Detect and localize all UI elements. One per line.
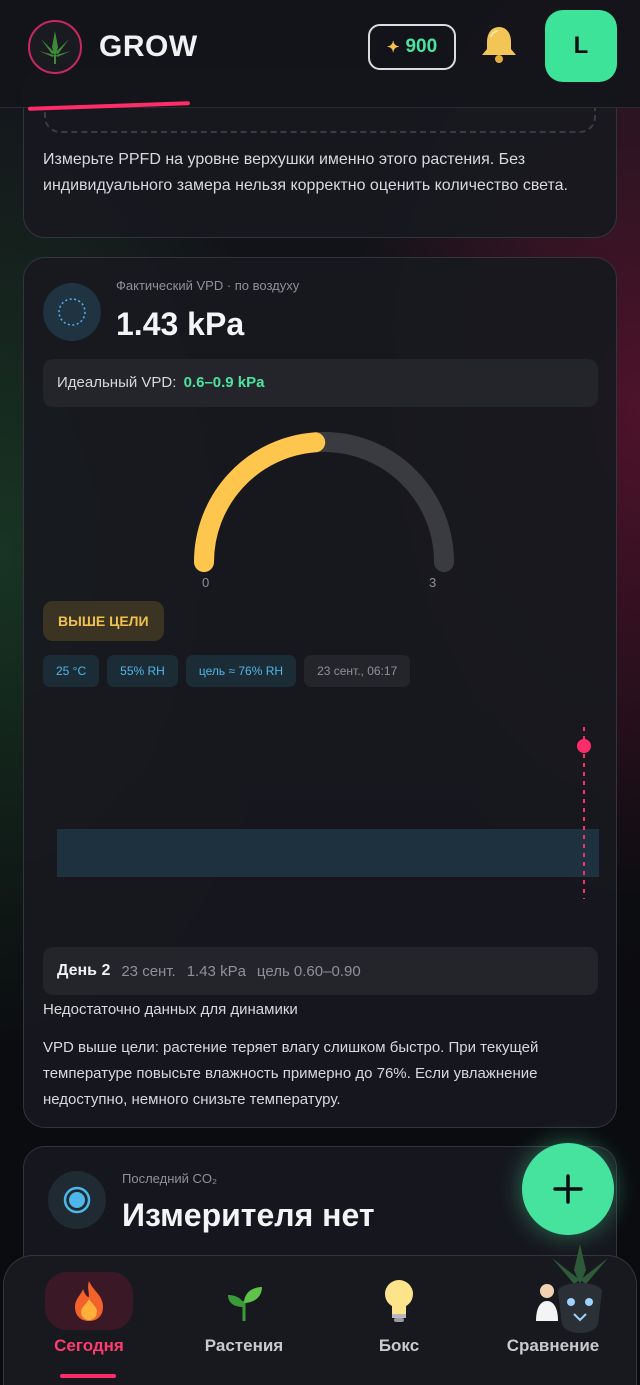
- ideal-vpd-label: Идеальный VPD:: [57, 374, 177, 391]
- app-header: GROW ✦ 900 L: [0, 0, 640, 108]
- vpd-ring-icon: [43, 283, 101, 341]
- nav-label-today: Сегодня: [54, 1336, 124, 1355]
- temperature-chip: 25 °C: [43, 655, 100, 687]
- target-band: [57, 829, 599, 877]
- no-data-text: Недостаточно данных для динамики: [43, 1001, 298, 1018]
- fire-icon: [45, 1272, 133, 1330]
- coins-value: 900: [405, 36, 438, 57]
- vpd-card: Фактический VPD · по воздуху 1.43 kPa Ид…: [23, 257, 617, 1128]
- co2-dot-icon: [48, 1171, 106, 1229]
- advice-text: VPD выше цели: растение теряет влагу сли…: [43, 1039, 539, 1108]
- brand-title: GROW: [99, 30, 198, 63]
- plus-icon: [553, 1174, 583, 1204]
- humidity-chip: 55% RH: [107, 655, 178, 687]
- timestamp-chip: 23 сент., 06:17: [304, 655, 411, 687]
- add-button[interactable]: [522, 1143, 614, 1235]
- ideal-vpd-box: Идеальный VPD: 0.6–0.9 kPa: [43, 359, 598, 407]
- day-label: День 2: [57, 962, 111, 979]
- current-value-point: [577, 739, 591, 753]
- coins-balance-button[interactable]: ✦ 900: [368, 24, 456, 70]
- mascot-icon[interactable]: [540, 1240, 620, 1340]
- status-badge: ВЫШЕ ЦЕЛИ: [43, 601, 164, 641]
- gauge-max-label: 3: [429, 575, 437, 590]
- day-date: 23 сент.: [121, 962, 176, 980]
- bell-icon[interactable]: [474, 18, 524, 68]
- lightbulb-icon: [355, 1272, 443, 1330]
- day-value: 1.43 kPa: [186, 962, 246, 980]
- sparkle-icon: ✦: [386, 39, 400, 56]
- nav-item-box[interactable]: Бокс: [324, 1272, 474, 1372]
- day-target: цель 0.60–0.90: [256, 962, 361, 980]
- nav-label-plants: Растения: [204, 1336, 284, 1355]
- nav-label-box: Бокс: [378, 1336, 420, 1355]
- ideal-vpd-range: 0.6–0.9 kPa: [183, 374, 265, 391]
- nav-item-today[interactable]: Сегодня: [14, 1272, 164, 1372]
- sprout-icon: [200, 1272, 288, 1330]
- gauge-min-label: 0: [202, 575, 210, 590]
- co2-value: Измерителя нет: [122, 1197, 375, 1233]
- vpd-caption: Фактический VPD · по воздуху: [116, 278, 300, 293]
- metrics-chips: 25 °C 55% RH цель ≈ 76% RH 23 сент., 06:…: [43, 655, 411, 687]
- vpd-history-chart[interactable]: [43, 723, 603, 903]
- logo-icon[interactable]: [28, 20, 82, 74]
- co2-caption: Последний CO₂: [122, 1171, 218, 1186]
- vpd-value: 1.43 kPa: [116, 306, 245, 342]
- gauge-track: [194, 432, 454, 572]
- nav-item-plants[interactable]: Растения: [169, 1272, 319, 1372]
- gauge-fill: [194, 432, 326, 572]
- avatar[interactable]: L: [545, 10, 617, 82]
- active-nav-indicator: [60, 1374, 116, 1378]
- day-summary-row[interactable]: День 2 23 сент. 1.43 kPa цель 0.60–0.90: [43, 947, 598, 995]
- vpd-gauge: [194, 432, 454, 572]
- ppfd-hint-text: Измерьте PPFD на уровне верхушки именно …: [43, 151, 568, 194]
- target-humidity-chip: цель ≈ 76% RH: [185, 655, 297, 687]
